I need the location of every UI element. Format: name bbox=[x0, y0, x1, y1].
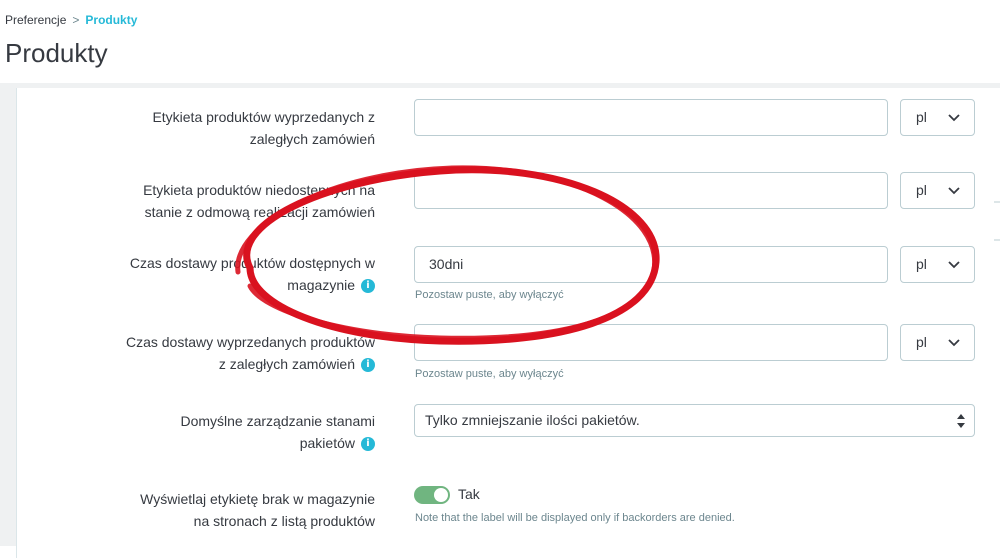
info-icon[interactable]: i bbox=[361, 437, 375, 452]
chevron-down-icon bbox=[948, 114, 960, 122]
field-label: Etykieta produktów wyprzedanych z zaległ… bbox=[85, 106, 375, 150]
label-line: Czas dostawy produktów dostępnych w bbox=[129, 255, 375, 271]
breadcrumb: Preferencje > Produkty bbox=[5, 13, 137, 27]
label-line: Etykieta produktów wyprzedanych z bbox=[152, 109, 375, 125]
toggle-label: Tak bbox=[458, 486, 480, 502]
label-line: Etykieta produktów niedostępnych na bbox=[143, 182, 375, 198]
help-text: Note that the label will be displayed on… bbox=[415, 512, 735, 524]
language-code: pl bbox=[916, 109, 927, 125]
field-label: Czas dostawy wyprzedanych produktów z za… bbox=[85, 331, 375, 375]
language-code: pl bbox=[916, 182, 927, 198]
field-label: Czas dostawy produktów dostępnych w maga… bbox=[85, 252, 375, 296]
delivery-time-in-stock-input[interactable]: 30dni bbox=[414, 246, 888, 283]
info-icon[interactable]: i bbox=[361, 358, 375, 373]
denied-label-input[interactable] bbox=[414, 172, 888, 209]
field-label: Wyświetlaj etykietę brak w magazynie na … bbox=[85, 488, 375, 532]
language-select[interactable]: pl bbox=[900, 99, 975, 136]
help-text: Pozostaw puste, aby wyłączyć bbox=[415, 368, 564, 380]
info-icon[interactable]: i bbox=[361, 279, 375, 294]
page-header: Preferencje > Produkty Produkty bbox=[0, 0, 1000, 80]
breadcrumb-current: Produkty bbox=[85, 13, 138, 27]
label-line: Wyświetlaj etykietę brak w magazynie bbox=[140, 491, 375, 507]
pack-stock-select[interactable]: Tylko zmniejszanie ilości pakietów. bbox=[414, 404, 975, 437]
selected-option: Tylko zmniejszanie ilości pakietów. bbox=[425, 412, 640, 428]
language-select[interactable]: pl bbox=[900, 172, 975, 209]
breadcrumb-separator: > bbox=[72, 13, 80, 27]
language-code: pl bbox=[916, 334, 927, 350]
page-title: Produkty bbox=[5, 38, 108, 68]
field-label: Etykieta produktów niedostępnych na stan… bbox=[85, 179, 375, 223]
label-line: Czas dostawy wyprzedanych produktów bbox=[125, 334, 375, 350]
oos-label-toggle[interactable] bbox=[414, 486, 450, 504]
language-select[interactable]: pl bbox=[900, 324, 975, 361]
field-label: Domyślne zarządzanie stanami pakietów i bbox=[85, 410, 375, 454]
label-line: stanie z odmową realizacji zamówień bbox=[144, 204, 375, 220]
label-line: z zaległych zamówień bbox=[218, 356, 355, 372]
delivery-time-backorder-input[interactable] bbox=[414, 324, 888, 361]
label-line: zaległych zamówień bbox=[249, 131, 375, 147]
chevron-down-icon bbox=[948, 339, 960, 347]
language-code: pl bbox=[916, 256, 927, 272]
breadcrumb-parent[interactable]: Preferencje bbox=[5, 13, 66, 27]
chevron-down-icon bbox=[948, 187, 960, 195]
backorder-label-input[interactable] bbox=[414, 99, 888, 136]
label-line: magazynie bbox=[287, 277, 355, 293]
language-select[interactable]: pl bbox=[900, 246, 975, 283]
right-edge-marks bbox=[994, 201, 1000, 241]
chevron-down-icon bbox=[948, 261, 960, 269]
sort-arrows-icon bbox=[957, 414, 965, 428]
label-line: Domyślne zarządzanie stanami bbox=[180, 413, 375, 429]
label-line: pakietów bbox=[299, 435, 355, 451]
help-text: Pozostaw puste, aby wyłączyć bbox=[415, 289, 564, 301]
label-line: na stronach z listą produktów bbox=[193, 513, 375, 529]
toggle-knob bbox=[434, 488, 448, 502]
